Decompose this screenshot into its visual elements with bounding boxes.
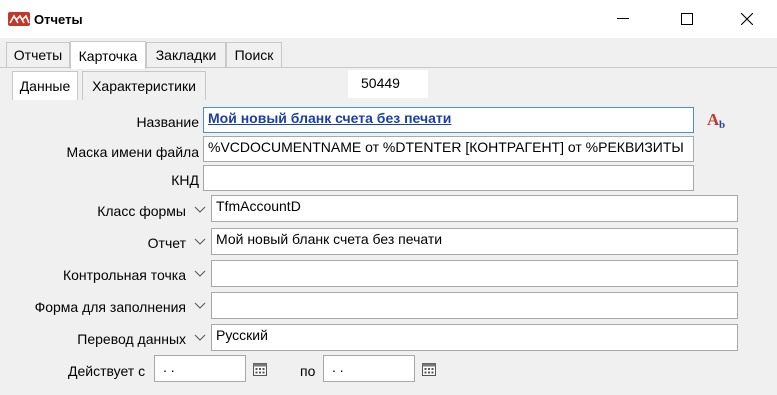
valid-to-value: . . xyxy=(332,359,344,375)
file-mask-field[interactable]: %VCDOCUMENTNAME от %DTENTER [КОНТРАГЕНТ]… xyxy=(203,136,694,162)
form-class-field[interactable]: TfmAccountD xyxy=(211,195,738,222)
translation-field[interactable]: Русский xyxy=(211,324,738,351)
form-class-value: TfmAccountD xyxy=(216,198,301,214)
form-class-chevron-down-icon[interactable] xyxy=(193,203,207,217)
knd-field[interactable] xyxy=(203,165,694,191)
tab-reports[interactable]: Отчеты xyxy=(6,42,70,67)
app-logo-icon xyxy=(8,12,30,26)
subtab-data[interactable]: Данные xyxy=(12,71,78,100)
name-value: Мой новый бланк счета без печати xyxy=(208,110,452,126)
maximize-button[interactable] xyxy=(664,0,710,38)
font-style-icon[interactable]: Ab xyxy=(706,110,728,131)
record-id: 50449 xyxy=(348,70,428,98)
subtab-characteristics[interactable]: Характеристики xyxy=(82,71,206,100)
record-id-value: 50449 xyxy=(361,75,400,91)
calendar-icon[interactable] xyxy=(252,361,268,377)
window-title: Отчеты xyxy=(34,12,83,27)
valid-from-label: Действует с xyxy=(68,363,146,379)
file-mask-label: Маска имени файла xyxy=(66,144,199,160)
close-button[interactable] xyxy=(724,0,770,38)
valid-to-label: по xyxy=(300,363,316,379)
checkpoint-chevron-down-icon[interactable] xyxy=(193,267,207,281)
title-bar: Отчеты xyxy=(0,0,777,38)
translation-value: Русский xyxy=(216,327,268,343)
knd-label: КНД xyxy=(171,172,199,188)
translation-chevron-down-icon[interactable] xyxy=(193,331,207,345)
checkpoint-field[interactable] xyxy=(211,260,738,287)
valid-from-value: . . xyxy=(163,359,175,375)
report-chevron-down-icon[interactable] xyxy=(193,235,207,249)
translation-label: Перевод данных xyxy=(77,331,186,347)
name-field[interactable]: Мой новый бланк счета без печати xyxy=(203,107,694,133)
file-mask-value: %VCDOCUMENTNAME от %DTENTER [КОНТРАГЕНТ]… xyxy=(208,139,684,155)
report-value: Мой новый бланк счета без печати xyxy=(216,231,443,247)
checkpoint-label: Контрольная точка xyxy=(62,267,186,283)
report-label: Отчет xyxy=(147,235,186,251)
valid-to-field[interactable]: . . xyxy=(323,355,415,382)
fill-form-field[interactable] xyxy=(211,292,738,319)
calendar-icon[interactable] xyxy=(421,361,437,377)
name-label: Название xyxy=(136,114,199,130)
fill-form-chevron-down-icon[interactable] xyxy=(193,299,207,313)
minimize-button[interactable] xyxy=(600,0,646,38)
fill-form-label: Форма для заполнения xyxy=(34,299,186,315)
tab-bookmarks[interactable]: Закладки xyxy=(146,42,226,67)
report-field[interactable]: Мой новый бланк счета без печати xyxy=(211,228,738,255)
valid-from-field[interactable]: . . xyxy=(154,355,246,382)
svg-text:b: b xyxy=(719,119,725,130)
tab-search[interactable]: Поиск xyxy=(226,42,282,67)
tab-card[interactable]: Карточка xyxy=(70,41,146,69)
form-class-label: Класс формы xyxy=(97,203,186,219)
